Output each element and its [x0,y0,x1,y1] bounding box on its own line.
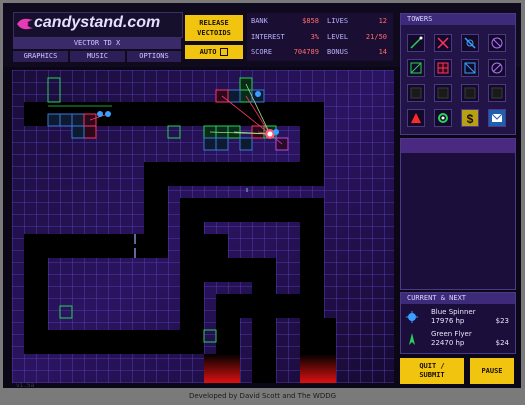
version-text: v1.5a [16,382,35,389]
tower[interactable] [59,113,73,127]
purple-laser-icon [491,37,503,49]
enemy [97,111,103,117]
interest-label: INTEREST [251,33,285,41]
tower-button-blue-grid[interactable] [461,59,479,77]
tower-button-red-laser[interactable] [434,34,452,52]
gear-icon [438,113,448,123]
enemy-hit-core [267,131,273,137]
locked-tower-icon [491,87,503,99]
tower-button-money[interactable]: $ [461,109,479,127]
quit-submit-button[interactable]: QUIT / SUBMIT [400,358,464,384]
blue-laser-icon [464,37,476,49]
game-frame: candystand.com VECTOR TD X GRAPHICS MUSI… [3,3,521,389]
bonus-value: 14 [378,48,387,56]
bank-label: BANK [251,17,268,25]
green-flyer-icon [409,333,415,345]
current-next-panel: CURRENT & NEXT Blue Spinner 17976 hp $23… [400,292,516,354]
locked-tower-icon [464,87,476,99]
green-laser-icon [410,36,423,49]
tower[interactable] [203,137,217,151]
release-vectoids-button[interactable]: RELEASE VECTOIDS [185,15,243,41]
lives-label: LIVES [327,17,349,25]
quit-label: QUIT / [419,362,445,370]
release-label-2: VECTOIDS [197,29,231,37]
graphics-button[interactable]: GRAPHICS [13,51,68,62]
info-panel-header [401,139,515,153]
tower-button-locked-2[interactable] [434,84,452,102]
blue-grid-icon [464,62,476,74]
tower-button-locked-1[interactable] [407,84,425,102]
locked-tower-icon [437,87,449,99]
level-value: 21/50 [365,33,387,41]
current-enemy: Blue Spinner 17976 hp $23 [405,308,513,326]
current-enemy-name: Blue Spinner [431,308,476,316]
towers-panel-title: TOWERS [401,14,515,25]
submit-label: SUBMIT [419,371,445,379]
tower[interactable] [47,113,61,127]
logo[interactable]: candystand.com [13,12,183,38]
interest-value: 3% [310,33,319,41]
tower-button-purple-laser[interactable] [488,34,506,52]
next-enemy-price: $24 [495,339,509,347]
release-label-1: RELEASE [199,19,229,27]
tower[interactable] [239,137,253,151]
footer-credit: Developed by David Scott and The WDDG [188,392,337,400]
pause-label: PAUSE [481,366,503,375]
tower[interactable] [83,125,97,139]
tower-button-gear[interactable] [434,109,452,127]
tower[interactable] [227,89,241,103]
tower-button-fire[interactable] [407,109,425,127]
logo-text: candystand.com [34,14,161,31]
tower-button-green-laser[interactable] [407,34,425,52]
lives-value: 12 [378,17,387,25]
auto-label: AUTO [199,48,217,56]
tower[interactable] [71,113,85,127]
tower[interactable] [71,125,85,139]
enemy [273,129,279,135]
pause-button[interactable]: PAUSE [470,358,514,384]
fire-icon [411,113,421,123]
current-enemy-hp: 17976 hp [431,317,465,325]
tower-button-red-grid[interactable] [434,59,452,77]
tower-button-mail[interactable] [488,109,506,127]
dollar-icon: $ [467,112,474,126]
purple-circle-icon [491,62,503,74]
next-enemy-name: Green Flyer [431,330,472,338]
red-laser-icon [437,37,449,49]
current-enemy-price: $23 [495,317,509,325]
tower[interactable] [215,137,229,151]
green-mortar-icon [410,62,422,74]
score-label: SCORE [251,48,273,56]
music-button[interactable]: MUSIC [70,51,125,62]
next-enemy-hp: 22470 hp [431,339,465,347]
next-enemy: Green Flyer 22470 hp $24 [405,330,513,348]
bonus-label: BONUS [327,48,349,56]
locked-tower-icon [410,87,422,99]
auto-toggle[interactable]: AUTO [185,45,243,59]
tower-button-purple-circle[interactable] [488,59,506,77]
envelope-icon [491,113,503,122]
tower-button-blue-laser[interactable] [461,34,479,52]
score-value: 704789 [293,48,319,56]
enemy [105,111,111,117]
game-subtitle: VECTOR TD X [13,38,181,49]
enemy [255,91,261,97]
level-label: LEVEL [327,33,349,41]
tower-button-locked-3[interactable] [461,84,479,102]
towers-panel: TOWERS $ [400,13,516,135]
tower-info-panel [400,138,516,290]
bank-value: $858 [302,17,319,25]
checkbox-icon [220,48,229,56]
options-button[interactable]: OPTIONS [127,51,181,62]
map-canvas[interactable] [12,70,394,383]
tower-button-locked-4[interactable] [488,84,506,102]
blue-spinner-icon [406,311,418,323]
game-map[interactable] [12,70,394,383]
current-next-title: CURRENT & NEXT [401,293,515,304]
flame-icon [17,18,33,30]
tower-button-green-mortar[interactable] [407,59,425,77]
stats-panel: BANK $858 LIVES 12 INTEREST 3% LEVEL 21/… [247,13,393,61]
svg-text:$: $ [467,112,474,126]
red-grid-icon [437,62,449,74]
